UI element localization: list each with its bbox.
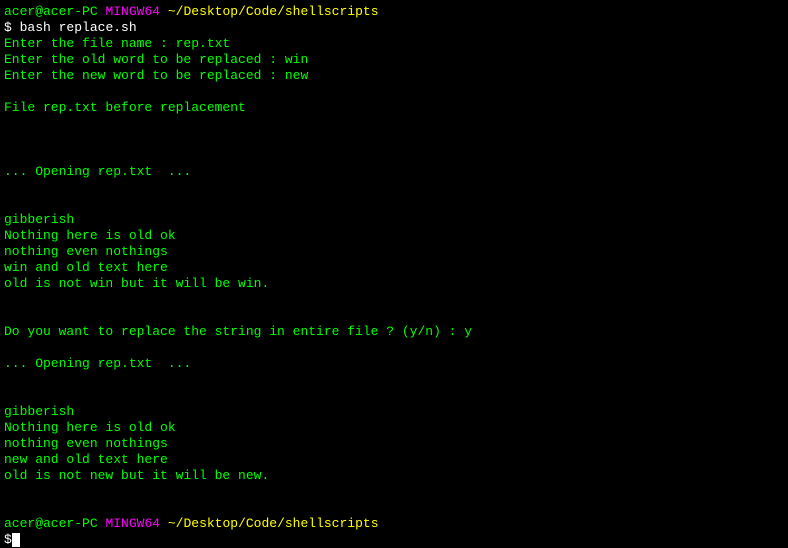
output-line: old is not win but it will be win. [4, 276, 784, 292]
output-line: ... Opening rep.txt ... [4, 164, 784, 180]
blank-line [4, 308, 784, 324]
cursor-icon [12, 533, 20, 547]
output-line: ... Opening rep.txt ... [4, 356, 784, 372]
output-line: Enter the new word to be replaced : new [4, 68, 784, 84]
shell-name: MINGW64 [105, 516, 160, 531]
output-line: File rep.txt before replacement [4, 100, 784, 116]
shell-name: MINGW64 [105, 4, 160, 19]
output-line: Enter the file name : rep.txt [4, 36, 784, 52]
blank-line [4, 148, 784, 164]
prompt-symbol: $ [4, 20, 12, 35]
blank-line [4, 196, 784, 212]
output-line: nothing even nothings [4, 436, 784, 452]
prompt-line-2: acer@acer-PC MINGW64 ~/Desktop/Code/shel… [4, 516, 784, 532]
user-host: acer@acer-PC [4, 516, 98, 531]
blank-line [4, 372, 784, 388]
blank-line [4, 132, 784, 148]
blank-line [4, 84, 784, 100]
blank-line [4, 484, 784, 500]
command-line-1: $ bash replace.sh [4, 20, 784, 36]
command-text: bash replace.sh [20, 20, 137, 35]
blank-line [4, 180, 784, 196]
cwd: ~/Desktop/Code/shellscripts [168, 516, 379, 531]
output-line: Nothing here is old ok [4, 228, 784, 244]
output-line: gibberish [4, 212, 784, 228]
blank-line [4, 116, 784, 132]
cwd: ~/Desktop/Code/shellscripts [168, 4, 379, 19]
output-line: old is not new but it will be new. [4, 468, 784, 484]
user-host: acer@acer-PC [4, 4, 98, 19]
prompt-line-1: acer@acer-PC MINGW64 ~/Desktop/Code/shel… [4, 4, 784, 20]
blank-line [4, 388, 784, 404]
output-line: Nothing here is old ok [4, 420, 784, 436]
terminal[interactable]: acer@acer-PC MINGW64 ~/Desktop/Code/shel… [4, 4, 784, 548]
output-line: Do you want to replace the string in ent… [4, 324, 784, 340]
blank-line [4, 292, 784, 308]
blank-line [4, 340, 784, 356]
output-line: gibberish [4, 404, 784, 420]
prompt-symbol: $ [4, 532, 12, 547]
blank-line [4, 500, 784, 516]
output-line: Enter the old word to be replaced : win [4, 52, 784, 68]
output-line: nothing even nothings [4, 244, 784, 260]
output-line: new and old text here [4, 452, 784, 468]
output-line: win and old text here [4, 260, 784, 276]
command-line-2[interactable]: $ [4, 532, 784, 548]
